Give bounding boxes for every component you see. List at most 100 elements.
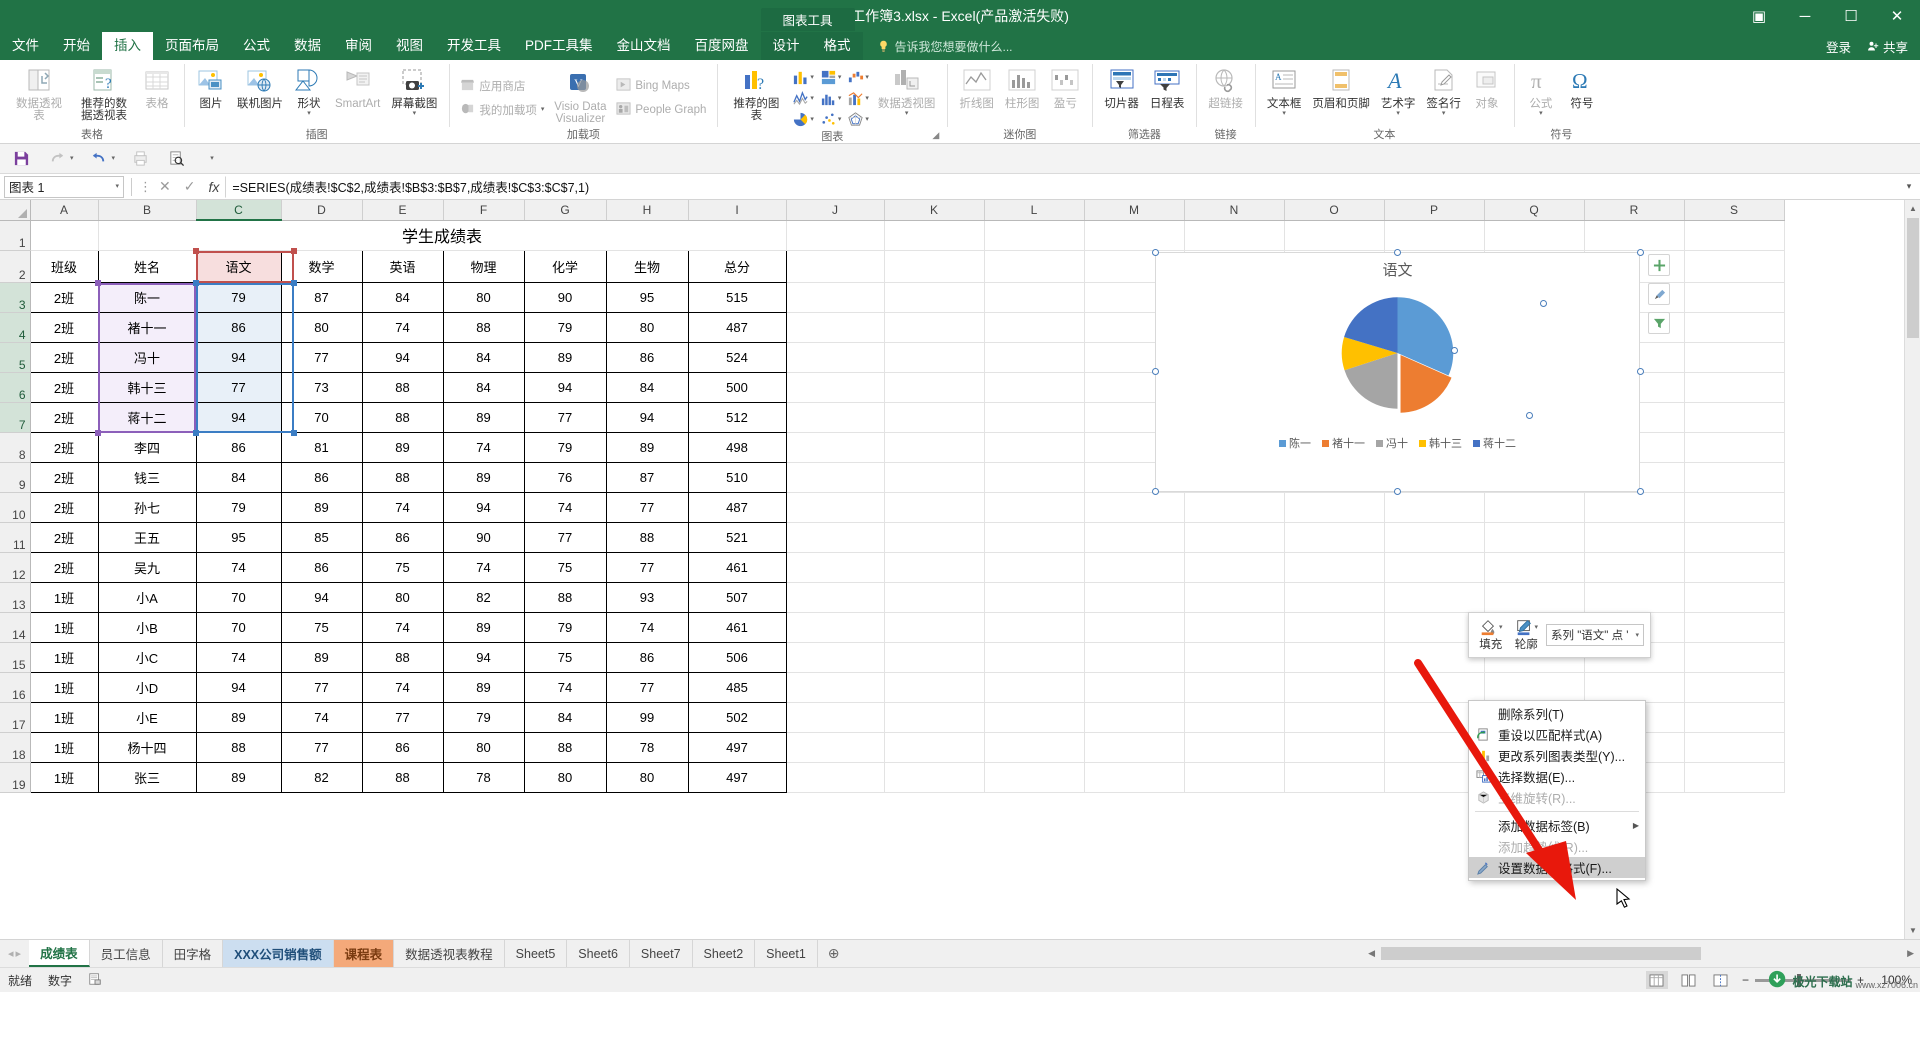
- cell-S3[interactable]: [1684, 282, 1785, 313]
- sheet-tab-kechengbiao[interactable]: 课程表: [333, 940, 395, 967]
- cell-P13[interactable]: [1384, 582, 1485, 613]
- row-header-5[interactable]: 5: [0, 342, 31, 373]
- tab-file[interactable]: 文件: [0, 32, 51, 60]
- cell-H4[interactable]: 80: [605, 311, 689, 343]
- sheet-tab-sheet5[interactable]: Sheet5: [505, 940, 568, 967]
- cell-M19[interactable]: [1084, 762, 1185, 793]
- cell-Q12[interactable]: [1484, 552, 1585, 583]
- cell-S15[interactable]: [1684, 642, 1785, 673]
- cell-I7[interactable]: 512: [687, 401, 787, 433]
- ribbon-display-options-button[interactable]: ▣: [1736, 0, 1782, 32]
- cell-R13[interactable]: [1584, 582, 1685, 613]
- cell-E8[interactable]: 89: [361, 431, 444, 463]
- expand-formula-bar-button[interactable]: ▾: [1898, 181, 1920, 192]
- cell-J4[interactable]: [786, 312, 885, 343]
- cell-M18[interactable]: [1084, 732, 1185, 763]
- cell-M11[interactable]: [1084, 522, 1185, 553]
- range-handle[interactable]: [95, 280, 101, 286]
- cell-F8[interactable]: 74: [442, 431, 525, 463]
- chart-resize-handle-e[interactable]: [1637, 368, 1644, 375]
- cell-S14[interactable]: [1684, 612, 1785, 643]
- cell-A18[interactable]: 1班: [29, 731, 99, 763]
- cell-D9[interactable]: 86: [280, 461, 363, 493]
- cell-C15[interactable]: 74: [195, 641, 282, 673]
- cell-B11[interactable]: 王五: [97, 521, 197, 553]
- cell-G11[interactable]: 77: [523, 521, 607, 553]
- cell-I8[interactable]: 498: [687, 431, 787, 463]
- cell-K5[interactable]: [884, 342, 985, 373]
- cell-N15[interactable]: [1184, 642, 1285, 673]
- tab-insert[interactable]: 插入: [102, 32, 153, 60]
- legend-item-2[interactable]: 冯十: [1376, 435, 1408, 451]
- scroll-up-button[interactable]: ▲: [1905, 200, 1920, 217]
- cell-I3[interactable]: 515: [687, 281, 787, 313]
- row-header-11[interactable]: 11: [0, 522, 31, 553]
- column-header-P[interactable]: P: [1384, 200, 1485, 221]
- tab-developer[interactable]: 开发工具: [435, 32, 513, 60]
- minimize-button[interactable]: ─: [1782, 0, 1828, 32]
- cell-J8[interactable]: [786, 432, 885, 463]
- row-header-9[interactable]: 9: [0, 462, 31, 493]
- sign-in-link[interactable]: 登录: [1826, 37, 1851, 56]
- sparkline-column-button[interactable]: 柱形图: [1000, 63, 1045, 112]
- timeline-button[interactable]: 日程表: [1145, 63, 1190, 112]
- horizontal-scroll-track[interactable]: [1701, 947, 1902, 960]
- cell-H3[interactable]: 95: [605, 281, 689, 313]
- cell-O19[interactable]: [1284, 762, 1385, 793]
- cell-D17[interactable]: 74: [280, 701, 363, 733]
- cell-N16[interactable]: [1184, 672, 1285, 703]
- sheet-tab-tianzige[interactable]: 田字格: [163, 940, 224, 967]
- cell-C8[interactable]: 86: [195, 431, 282, 463]
- sheet-tab-xxx-sales[interactable]: XXX公司销售额: [223, 940, 334, 967]
- new-sheet-button[interactable]: ⊕: [818, 940, 850, 967]
- row-header-2[interactable]: 2: [0, 250, 31, 283]
- cell-B8[interactable]: 李四: [97, 431, 197, 463]
- cell-J12[interactable]: [786, 552, 885, 583]
- cell-K10[interactable]: [884, 492, 985, 523]
- cell-A3[interactable]: 2班: [29, 281, 99, 313]
- sparkline-line-button[interactable]: 折线图: [954, 63, 999, 112]
- cell-C16[interactable]: 94: [195, 671, 282, 703]
- record-macro-icon[interactable]: [88, 972, 102, 989]
- cell-K1[interactable]: [884, 220, 985, 251]
- column-header-J[interactable]: J: [786, 200, 885, 221]
- tab-chart-format[interactable]: 格式: [811, 32, 863, 60]
- cell-M16[interactable]: [1084, 672, 1185, 703]
- column-header-O[interactable]: O: [1284, 200, 1385, 221]
- tell-me-search[interactable]: 告诉我您想要做什么...: [877, 32, 1013, 60]
- cell-O11[interactable]: [1284, 522, 1385, 553]
- cell-C14[interactable]: 70: [195, 611, 282, 643]
- range-handle[interactable]: [291, 430, 297, 436]
- cell-J3[interactable]: [786, 282, 885, 313]
- sheet-nav-next-button[interactable]: ▸: [16, 947, 22, 960]
- cell-A4[interactable]: 2班: [29, 311, 99, 343]
- cell-I9[interactable]: 510: [687, 461, 787, 493]
- cell-B19[interactable]: 张三: [97, 761, 197, 793]
- cell-K18[interactable]: [884, 732, 985, 763]
- cell-H17[interactable]: 99: [605, 701, 689, 733]
- cell-I17[interactable]: 502: [687, 701, 787, 733]
- cell-K4[interactable]: [884, 312, 985, 343]
- cell-E2[interactable]: 英语: [361, 249, 444, 283]
- visio-data-visualizer-button[interactable]: V Visio Data Visualizer: [548, 65, 612, 127]
- legend-item-0[interactable]: 陈一: [1279, 435, 1311, 451]
- tab-data[interactable]: 数据: [282, 32, 333, 60]
- cell-R11[interactable]: [1584, 522, 1685, 553]
- cell-O10[interactable]: [1284, 492, 1385, 523]
- cell-F14[interactable]: 89: [442, 611, 525, 643]
- cell-B2[interactable]: 姓名: [97, 249, 197, 283]
- column-header-B[interactable]: B: [98, 200, 197, 221]
- cell-H13[interactable]: 93: [605, 581, 689, 613]
- sheet-tab-sheet7[interactable]: Sheet7: [630, 940, 693, 967]
- cell-Q11[interactable]: [1484, 522, 1585, 553]
- cell-K14[interactable]: [884, 612, 985, 643]
- sheet-tab-sheet6[interactable]: Sheet6: [567, 940, 630, 967]
- cell-C2[interactable]: 语文: [195, 249, 282, 283]
- cell-I6[interactable]: 500: [687, 371, 787, 403]
- charts-dialog-launcher[interactable]: ◢: [932, 130, 944, 142]
- page-break-view-button[interactable]: [1710, 971, 1732, 989]
- symbol-button[interactable]: Ω 符号: [1562, 63, 1602, 112]
- cell-H16[interactable]: 77: [605, 671, 689, 703]
- context-menu-item-format-data-point[interactable]: 设置数据点格式(F)...: [1469, 857, 1645, 878]
- cell-P11[interactable]: [1384, 522, 1485, 553]
